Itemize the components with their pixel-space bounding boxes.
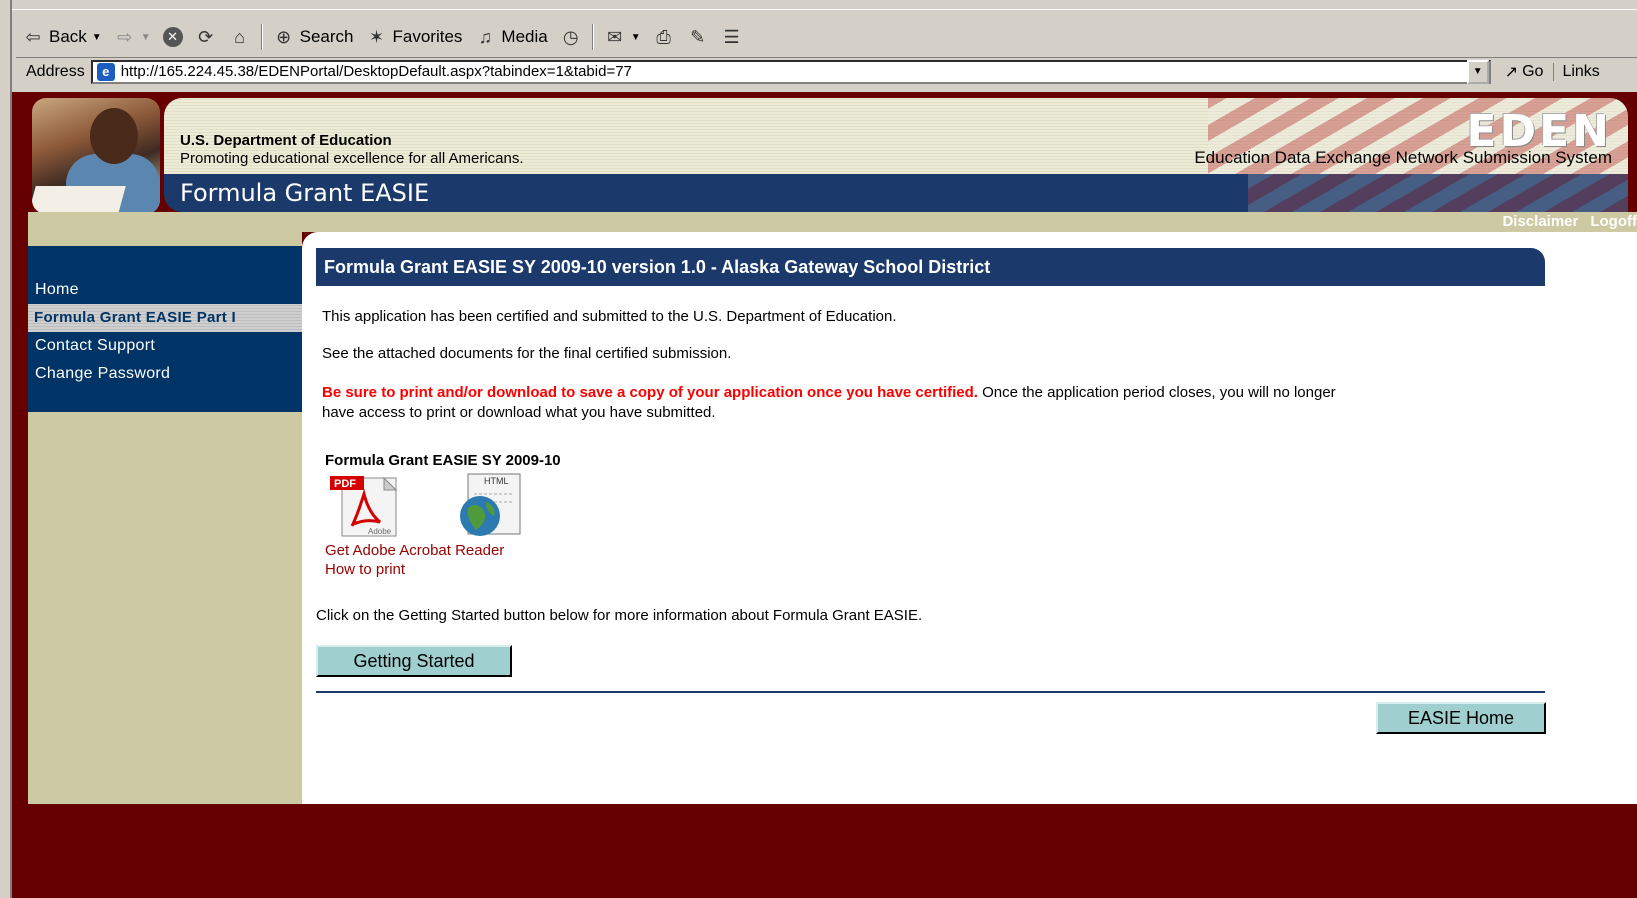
svg-text:Adobe: Adobe [368,527,392,536]
browser-chrome: ⇦ Back ▼ ⇨ ▼ ✕ ⟳ ⌂ ⊕ Search ✶ Favorites … [0,0,1637,92]
chevron-down-icon[interactable]: ▼ [92,32,102,43]
history-button[interactable]: ◷ [554,22,588,52]
warning-text: Be sure to print and/or download to save… [322,384,978,401]
favorites-star-icon: ✶ [368,27,385,47]
edit-button[interactable]: ✎ [681,22,715,52]
getting-started-message: Click on the Getting Started button belo… [316,607,923,624]
edit-icon: ✎ [690,27,706,47]
search-icon: ⊕ [276,27,292,47]
chevron-down-icon[interactable]: ▼ [631,32,641,43]
nav-item-home[interactable]: Home [28,276,302,304]
pdf-document-icon[interactable]: PDF Adobe [328,474,400,538]
back-arrow-icon: ⇦ [25,27,41,47]
media-button[interactable]: ♫ Media [468,22,553,52]
nav-item-change-password[interactable]: Change Password [28,360,302,388]
toolbar-separator [591,24,594,50]
header-strip: Disclaimer Logoff [28,212,1637,232]
page-title: Formula Grant EASIE SY 2009-10 version 1… [316,248,1545,286]
nav-item-contact-support[interactable]: Contact Support [28,332,302,360]
links-button[interactable]: Links [1553,62,1607,81]
favorites-button[interactable]: ✶ Favorites [359,22,468,52]
window-left-edge [0,0,12,898]
mail-icon: ✉ [607,27,623,47]
home-icon: ⌂ [234,27,246,47]
get-acrobat-link[interactable]: Get Adobe Acrobat Reader [325,542,504,559]
media-icon: ♫ [478,27,493,47]
address-input[interactable]: e http://165.224.45.38/EDENPortal/Deskto… [90,59,1491,84]
forward-arrow-icon: ⇨ [117,27,133,47]
photo-head [90,108,138,164]
discuss-icon: ☰ [723,27,740,47]
site-header: U.S. Department of Education Promoting e… [28,96,1628,220]
flag-graphic [1248,174,1628,212]
web-page: U.S. Department of Education Promoting e… [28,96,1637,804]
dept-tagline: Promoting educational excellence for all… [180,150,524,167]
forward-button[interactable]: ⇨ ▼ [108,22,157,52]
attached-message: See the attached documents for the final… [322,345,732,362]
chevron-down-icon[interactable]: ▼ [141,32,151,43]
sidebar-nav: Home Formula Grant EASIE Part I Contact … [28,246,302,412]
section-divider [316,691,1545,693]
app-title: Formula Grant EASIE [180,179,430,207]
go-button[interactable]: ↗ Go [1489,62,1554,82]
documents-title: Formula Grant EASIE SY 2009-10 [325,452,561,469]
back-button[interactable]: ⇦ Back ▼ [16,22,108,52]
app-title-bar: Formula Grant EASIE [164,174,1628,212]
main-content: Formula Grant EASIE SY 2009-10 version 1… [302,232,1637,804]
history-icon: ◷ [562,27,579,47]
home-button[interactable]: ⌂ [223,22,257,52]
svg-text:PDF: PDF [334,478,356,490]
refresh-button[interactable]: ⟳ [189,22,223,52]
how-to-print-link[interactable]: How to print [325,561,405,578]
header-links: Disclaimer Logoff [1502,213,1637,230]
svg-text:HTML: HTML [484,476,509,486]
search-button[interactable]: ⊕ Search [267,22,360,52]
dept-name: U.S. Department of Education [180,132,392,149]
photo-paper [32,186,126,214]
window-top-edge [0,0,1637,10]
print-button[interactable]: ⎙ [647,22,681,52]
header-banner: U.S. Department of Education Promoting e… [164,98,1628,174]
page-icon: e [96,62,115,81]
nav-item-easie-part-1[interactable]: Formula Grant EASIE Part I [28,304,302,332]
discuss-button[interactable]: ☰ [715,22,749,52]
browser-toolbar: ⇦ Back ▼ ⇨ ▼ ✕ ⟳ ⌂ ⊕ Search ✶ Favorites … [16,20,749,54]
address-url: http://165.224.45.38/EDENPortal/DesktopD… [120,63,632,80]
address-dropdown-button[interactable]: ▼ [1466,59,1489,84]
print-icon: ⎙ [656,27,671,47]
certified-message: This application has been certified and … [322,308,897,325]
system-name: Education Data Exchange Network Submissi… [1194,148,1612,167]
disclaimer-link[interactable]: Disclaimer [1502,213,1578,230]
easie-home-button[interactable]: EASIE Home [1376,702,1546,734]
getting-started-button[interactable]: Getting Started [316,645,512,677]
html-document-icon[interactable]: HTML [454,472,524,538]
toolbar-separator [260,24,263,50]
mail-button[interactable]: ✉ ▼ [598,22,647,52]
logoff-link[interactable]: Logoff [1590,213,1637,230]
warning-message: Be sure to print and/or download to save… [322,383,1362,423]
go-arrow-icon: ↗ [1504,63,1519,81]
stop-button[interactable]: ✕ [157,22,189,52]
address-label: Address [26,62,85,80]
header-photo [32,98,160,214]
stop-icon: ✕ [162,27,183,47]
address-bar: Address e http://165.224.45.38/EDENPorta… [16,57,1637,85]
refresh-icon: ⟳ [198,27,214,47]
